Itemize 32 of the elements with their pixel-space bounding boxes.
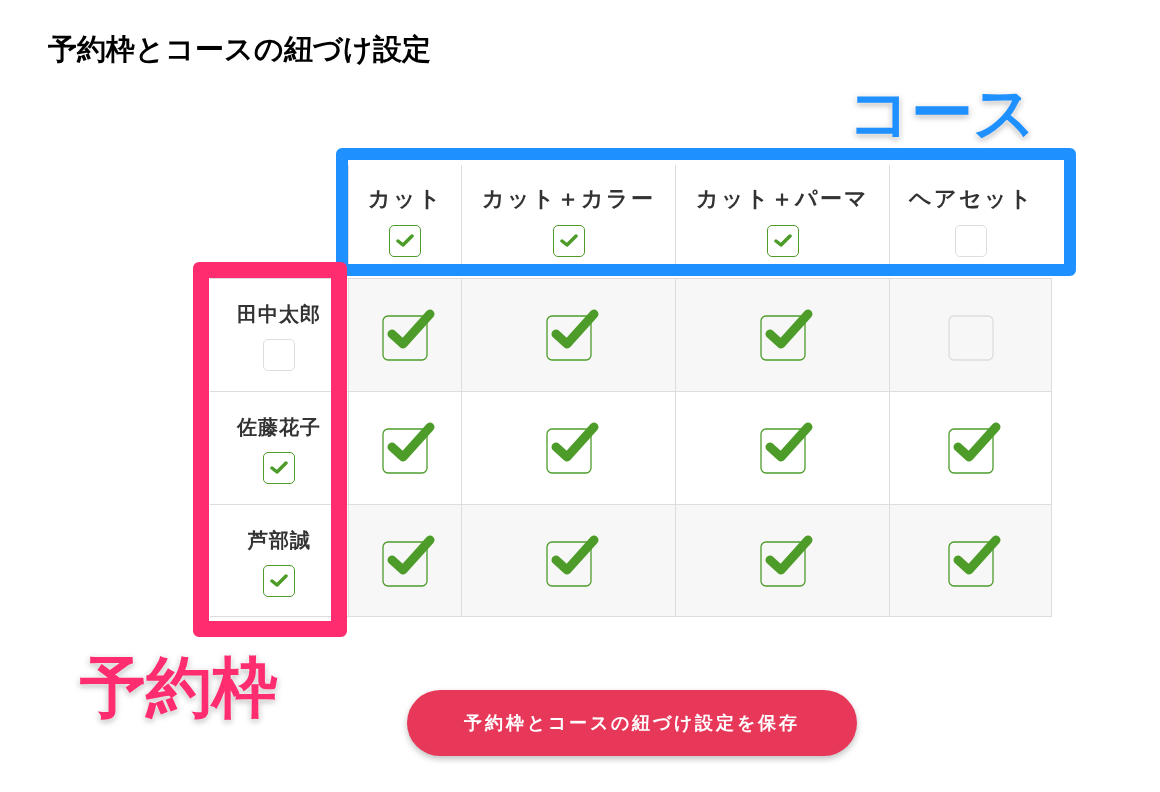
checkbox[interactable] [545,534,600,587]
checkbox[interactable] [759,534,814,587]
check-icon [270,573,288,588]
slot-name: 佐藤花子 [237,415,321,440]
annotation-label: コース [848,77,1036,149]
checkbox[interactable] [263,452,295,484]
check-icon [270,461,288,475]
check-icon [396,233,414,248]
course-name: カット＋パーマ [696,184,869,213]
checkbox[interactable] [382,309,436,361]
checkbox[interactable] [382,422,436,474]
check-icon [773,233,792,248]
slot-name: 田中太郎 [237,302,321,327]
checkbox[interactable] [545,309,600,361]
checkbox[interactable] [947,534,1002,587]
checkbox[interactable] [552,224,585,257]
save-button[interactable]: 予約枠とコースの紐づけ設定を保存 [407,690,857,756]
checkbox[interactable] [545,422,600,474]
checkbox[interactable] [382,534,436,587]
checkbox[interactable] [759,309,814,361]
checkbox[interactable] [263,564,295,597]
page-title: 予約枠とコースの紐づけ設定 [48,32,431,67]
annotation-label: 予約枠 [80,649,278,726]
course-name: ヘアセット [908,184,1034,213]
checkbox[interactable] [389,224,421,257]
checkbox[interactable] [766,224,799,257]
slot-name: 芦部誠 [247,527,311,553]
checkbox[interactable] [759,422,814,474]
check-icon [559,233,578,248]
course-name: カット＋カラー [482,184,655,213]
checkbox[interactable] [947,422,1002,474]
course-name: カット [367,184,443,213]
